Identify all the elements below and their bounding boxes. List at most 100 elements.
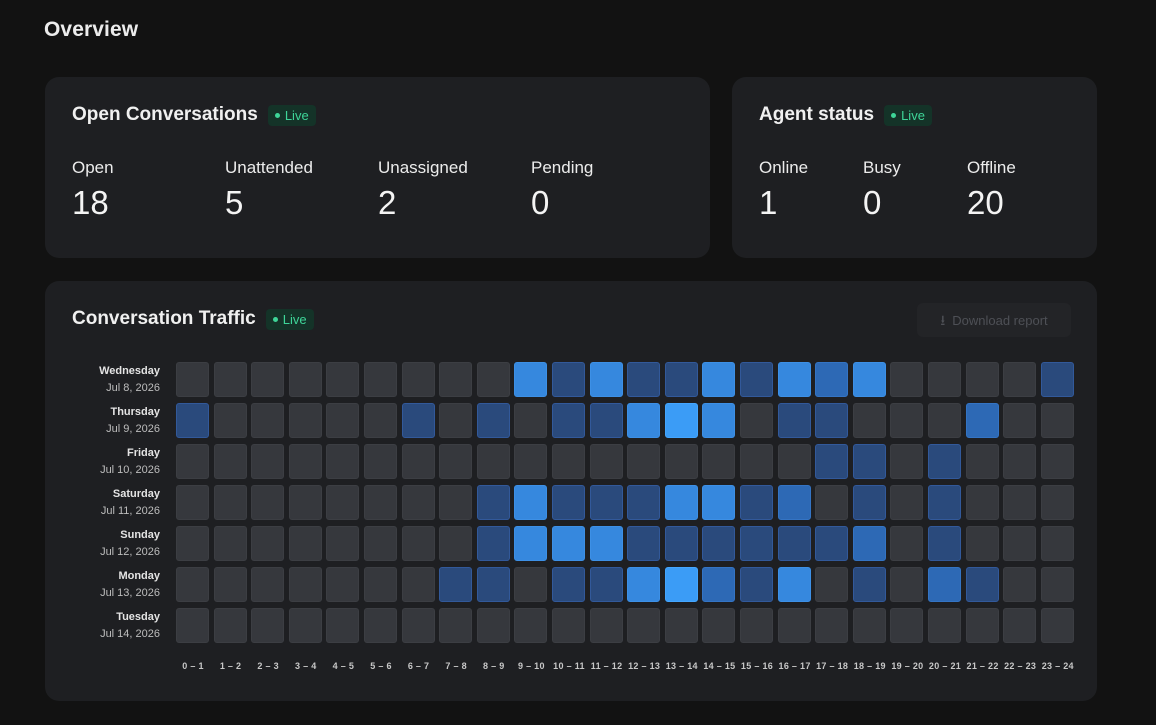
heatmap-cell[interactable] <box>852 444 886 479</box>
heatmap-cell[interactable] <box>514 485 548 520</box>
heatmap-cell[interactable] <box>740 485 773 520</box>
heatmap-cell[interactable] <box>213 444 247 479</box>
heatmap-cell[interactable] <box>176 444 209 479</box>
heatmap-cell[interactable] <box>815 444 849 479</box>
heatmap-cell[interactable] <box>740 567 773 602</box>
heatmap-cell[interactable] <box>476 608 510 643</box>
heatmap-cell[interactable] <box>928 362 961 397</box>
heatmap-cell[interactable] <box>589 403 623 438</box>
heatmap-cell[interactable] <box>476 485 510 520</box>
heatmap-cell[interactable] <box>928 608 961 643</box>
heatmap-cell[interactable] <box>965 444 999 479</box>
heatmap-cell[interactable] <box>364 403 397 438</box>
heatmap-cell[interactable] <box>589 362 623 397</box>
heatmap-cell[interactable] <box>928 567 961 602</box>
heatmap-cell[interactable] <box>777 444 811 479</box>
heatmap-cell[interactable] <box>1040 403 1074 438</box>
heatmap-cell[interactable] <box>1040 362 1074 397</box>
heatmap-cell[interactable] <box>928 526 961 561</box>
heatmap-cell[interactable] <box>627 485 661 520</box>
heatmap-cell[interactable] <box>364 526 397 561</box>
heatmap-cell[interactable] <box>176 567 209 602</box>
heatmap-cell[interactable] <box>439 526 473 561</box>
heatmap-cell[interactable] <box>1040 567 1074 602</box>
heatmap-cell[interactable] <box>1003 362 1037 397</box>
heatmap-cell[interactable] <box>815 526 849 561</box>
heatmap-cell[interactable] <box>288 403 322 438</box>
heatmap-cell[interactable] <box>1040 444 1074 479</box>
heatmap-cell[interactable] <box>740 608 773 643</box>
heatmap-cell[interactable] <box>664 567 698 602</box>
heatmap-cell[interactable] <box>627 567 661 602</box>
heatmap-cell[interactable] <box>514 567 548 602</box>
heatmap-cell[interactable] <box>928 403 961 438</box>
heatmap-cell[interactable] <box>890 567 924 602</box>
heatmap-cell[interactable] <box>326 444 360 479</box>
heatmap-cell[interactable] <box>852 485 886 520</box>
heatmap-cell[interactable] <box>401 362 435 397</box>
heatmap-cell[interactable] <box>1003 403 1037 438</box>
heatmap-cell[interactable] <box>401 567 435 602</box>
heatmap-cell[interactable] <box>1003 444 1037 479</box>
heatmap-cell[interactable] <box>251 608 285 643</box>
heatmap-cell[interactable] <box>476 362 510 397</box>
heatmap-cell[interactable] <box>777 526 811 561</box>
heatmap-cell[interactable] <box>702 485 736 520</box>
heatmap-cell[interactable] <box>777 567 811 602</box>
heatmap-cell[interactable] <box>664 485 698 520</box>
heatmap-cell[interactable] <box>890 403 924 438</box>
heatmap-cell[interactable] <box>890 362 924 397</box>
heatmap-cell[interactable] <box>777 608 811 643</box>
heatmap-cell[interactable] <box>326 485 360 520</box>
heatmap-cell[interactable] <box>552 444 585 479</box>
heatmap-cell[interactable] <box>890 526 924 561</box>
heatmap-cell[interactable] <box>965 403 999 438</box>
heatmap-cell[interactable] <box>815 362 849 397</box>
heatmap-cell[interactable] <box>364 362 397 397</box>
heatmap-cell[interactable] <box>401 403 435 438</box>
heatmap-cell[interactable] <box>589 526 623 561</box>
heatmap-cell[interactable] <box>176 526 209 561</box>
heatmap-cell[interactable] <box>1003 608 1037 643</box>
heatmap-cell[interactable] <box>514 362 548 397</box>
heatmap-cell[interactable] <box>288 444 322 479</box>
heatmap-cell[interactable] <box>664 403 698 438</box>
heatmap-cell[interactable] <box>589 485 623 520</box>
heatmap-cell[interactable] <box>965 526 999 561</box>
heatmap-cell[interactable] <box>965 362 999 397</box>
heatmap-cell[interactable] <box>702 567 736 602</box>
heatmap-cell[interactable] <box>251 485 285 520</box>
heatmap-cell[interactable] <box>251 444 285 479</box>
heatmap-cell[interactable] <box>288 567 322 602</box>
heatmap-cell[interactable] <box>514 608 548 643</box>
heatmap-cell[interactable] <box>815 485 849 520</box>
heatmap-cell[interactable] <box>288 362 322 397</box>
heatmap-cell[interactable] <box>326 526 360 561</box>
heatmap-cell[interactable] <box>589 444 623 479</box>
heatmap-cell[interactable] <box>965 567 999 602</box>
heatmap-cell[interactable] <box>326 362 360 397</box>
heatmap-cell[interactable] <box>777 362 811 397</box>
heatmap-cell[interactable] <box>702 608 736 643</box>
heatmap-cell[interactable] <box>213 608 247 643</box>
heatmap-cell[interactable] <box>476 403 510 438</box>
heatmap-cell[interactable] <box>326 403 360 438</box>
heatmap-cell[interactable] <box>664 608 698 643</box>
heatmap-cell[interactable] <box>852 567 886 602</box>
heatmap-cell[interactable] <box>176 608 209 643</box>
heatmap-cell[interactable] <box>439 403 473 438</box>
heatmap-cell[interactable] <box>213 567 247 602</box>
heatmap-cell[interactable] <box>364 567 397 602</box>
download-report-button[interactable]: ⭳ Download report <box>917 303 1071 337</box>
heatmap-cell[interactable] <box>514 403 548 438</box>
heatmap-cell[interactable] <box>326 608 360 643</box>
heatmap-cell[interactable] <box>627 403 661 438</box>
heatmap-cell[interactable] <box>1003 526 1037 561</box>
heatmap-cell[interactable] <box>401 485 435 520</box>
heatmap-cell[interactable] <box>777 485 811 520</box>
heatmap-cell[interactable] <box>740 444 773 479</box>
heatmap-cell[interactable] <box>777 403 811 438</box>
heatmap-cell[interactable] <box>589 567 623 602</box>
heatmap-cell[interactable] <box>815 608 849 643</box>
heatmap-cell[interactable] <box>288 526 322 561</box>
